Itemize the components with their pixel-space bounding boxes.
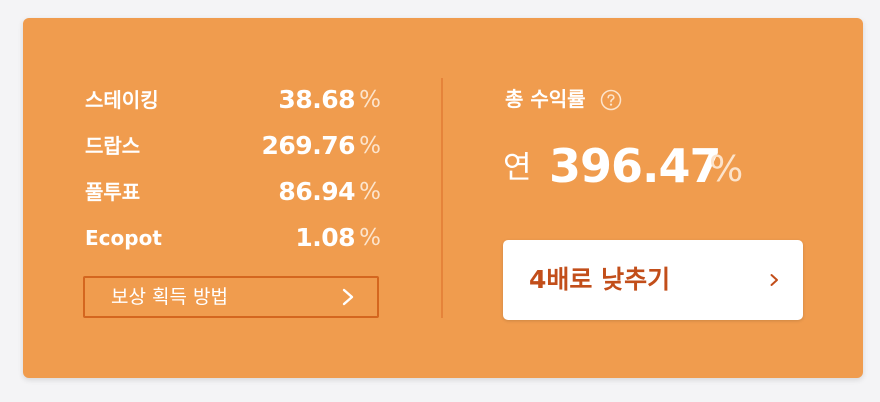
reward-method-button[interactable]: 보상 획득 방법: [83, 276, 379, 318]
reward-unit: %: [359, 179, 381, 205]
reward-name: Ecopot: [85, 226, 162, 250]
lower-multiplier-button[interactable]: 4배로 낮추기: [503, 240, 803, 320]
chevron-right-icon: [770, 274, 778, 286]
vertical-divider: [441, 78, 443, 318]
reward-row-pool-vote: 풀투표 86.94 %: [85, 177, 381, 207]
reward-value: 86.94: [278, 177, 355, 206]
total-yield-unit: %: [709, 149, 744, 190]
yield-card: 스테이킹 38.68 % 드랍스 269.76 % 풀투표 86.94 % Ec…: [23, 18, 863, 378]
reward-unit: %: [359, 225, 381, 251]
reward-value: 269.76: [261, 131, 356, 160]
reward-value: 1.08: [295, 223, 355, 252]
reward-value: 38.68: [278, 85, 355, 114]
chevron-right-icon: [342, 288, 354, 306]
reward-row-drops: 드랍스 269.76 %: [85, 131, 381, 161]
total-yield-value: 396.47: [549, 139, 722, 193]
reward-method-label: 보상 획득 방법: [111, 286, 228, 308]
reward-name: 스테이킹: [85, 88, 159, 112]
reward-name: 드랍스: [85, 134, 141, 158]
reward-unit: %: [359, 133, 381, 159]
reward-unit: %: [359, 87, 381, 113]
reward-row-ecopot: Ecopot 1.08 %: [85, 223, 381, 253]
reward-row-staking: 스테이킹 38.68 %: [85, 85, 381, 115]
lower-multiplier-label: 4배로 낮추기: [529, 265, 671, 294]
total-yield-title: 총 수익률: [505, 87, 586, 111]
yearly-prefix: 연: [503, 150, 532, 186]
question-circle-icon[interactable]: [600, 89, 622, 111]
reward-name: 풀투표: [85, 180, 141, 204]
